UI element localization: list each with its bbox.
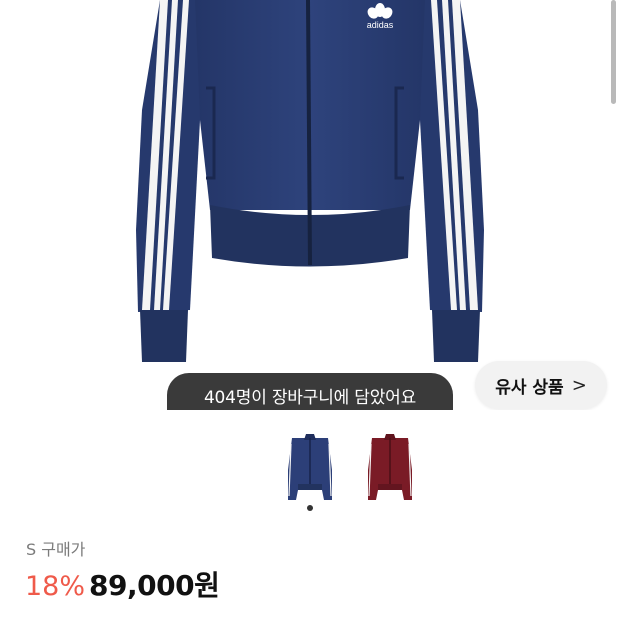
carousel-page-indicator — [307, 505, 313, 511]
similar-products-button[interactable]: 유사 상품 > — [475, 361, 607, 409]
seller-purchase-label: S 구매가 — [26, 540, 86, 559]
brand-logo-text: adidas — [367, 20, 394, 30]
jacket-illustration: adidas — [136, 0, 484, 362]
thumbnail-navy-jacket[interactable] — [282, 430, 338, 506]
scrollbar[interactable] — [611, 0, 616, 104]
price-value: 89,000원 — [89, 569, 220, 602]
discount-rate: 18% — [25, 571, 86, 602]
similar-products-label: 유사 상품 — [495, 377, 564, 398]
chevron-right-icon: > — [571, 374, 587, 396]
color-thumbnails — [0, 410, 620, 510]
thumbnail-burgundy-jacket[interactable] — [362, 430, 418, 506]
product-hero-image[interactable]: adidas — [0, 0, 620, 410]
price-row: 18% 89,000원 — [25, 564, 220, 604]
